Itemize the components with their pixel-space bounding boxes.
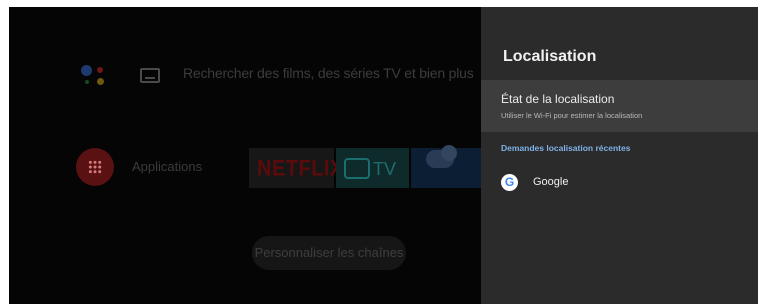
recent-request-google[interactable]: Google	[533, 176, 568, 188]
customize-channels-button[interactable]: Personnaliser les chaînes	[252, 236, 406, 270]
tv-app-tile[interactable]: TV	[336, 148, 409, 188]
customize-channels-label: Personnaliser les chaînes	[254, 245, 404, 260]
tv-icon	[344, 158, 370, 179]
media-app-icon-part	[441, 145, 457, 161]
keyboard-icon[interactable]	[140, 68, 160, 83]
netflix-app-tile[interactable]: NETFLIX	[249, 148, 343, 188]
home-screen-dimmed: Rechercher des films, des séries TV et b…	[9, 7, 481, 304]
tv-label: TV	[373, 159, 397, 179]
settings-panel: Localisation État de la localisation Uti…	[481, 7, 758, 304]
apps-label: Applications	[132, 159, 203, 174]
location-status-subtitle: Utiliser le Wi-Fi pour estimer la locali…	[501, 111, 643, 120]
media-app-tile[interactable]	[411, 145, 481, 188]
tv-screen: Rechercher des films, des séries TV et b…	[9, 7, 758, 304]
panel-title: Localisation	[503, 48, 597, 65]
google-g-icon: G	[501, 174, 518, 191]
location-status-item[interactable]	[481, 80, 758, 132]
apps-grid-icon[interactable]	[76, 148, 114, 186]
netflix-logo: NETFLIX	[257, 156, 344, 182]
search-placeholder[interactable]: Rechercher des films, des séries TV et b…	[183, 65, 474, 81]
location-status-title: État de la localisation	[501, 92, 615, 106]
recent-requests-header: Demandes localisation récentes	[501, 143, 631, 153]
google-assistant-icon[interactable]	[79, 62, 109, 92]
